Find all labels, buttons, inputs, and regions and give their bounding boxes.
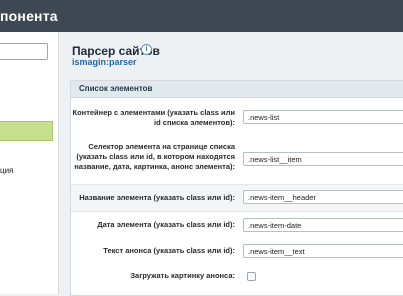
form-row: Название элемента (указать class или id)… [71,184,403,212]
panel-header: Список элементов [71,81,403,98]
item-selector-input[interactable]: .news-list__item [243,152,403,166]
form-row: Загружать картинку анонса: [71,264,403,288]
field-label: Контейнер с элементами (указать class ил… [72,108,235,127]
field-label: Название элемента (указать class или id)… [79,193,235,202]
top-bar: понента [0,0,403,32]
info-icon[interactable]: i [141,44,152,55]
date-selector-input[interactable]: .news-item-date [243,218,403,232]
elements-panel: Список элементов Контейнер с элементами … [70,80,403,296]
preview-text-selector-input[interactable]: .news-item__text [243,244,403,258]
field-label: Дата элемента (указать class или id): [97,220,235,229]
load-preview-image-checkbox[interactable] [247,272,256,281]
panel-title: Список элементов [79,84,153,93]
sidebar: ция [0,32,59,294]
sidebar-item-label[interactable]: ция [0,166,13,175]
main-content: Парсер сайтов i ismagin:parser Список эл… [58,32,403,296]
form-row: Контейнер с элементами (указать class ил… [71,101,403,133]
module-link[interactable]: ismagin:parser [72,57,137,67]
form-row: Селектор элемента на странице списка (ук… [71,135,403,181]
search-input[interactable] [0,43,48,60]
field-label: Загружать картинку анонса: [130,271,235,280]
container-selector-input[interactable]: .news-list [243,110,403,124]
sidebar-item-active[interactable] [0,121,53,141]
form-row: Дата элемента (указать class или id): .n… [71,212,403,238]
field-label: Текст анонса (указать class или id): [103,246,235,255]
title-selector-input[interactable]: .news-item__header [243,190,403,204]
window-title: понента [0,8,58,24]
form-row: Текст анонса (указать class или id): .ne… [71,238,403,264]
field-label: Селектор элемента на странице списка (ук… [74,142,235,171]
